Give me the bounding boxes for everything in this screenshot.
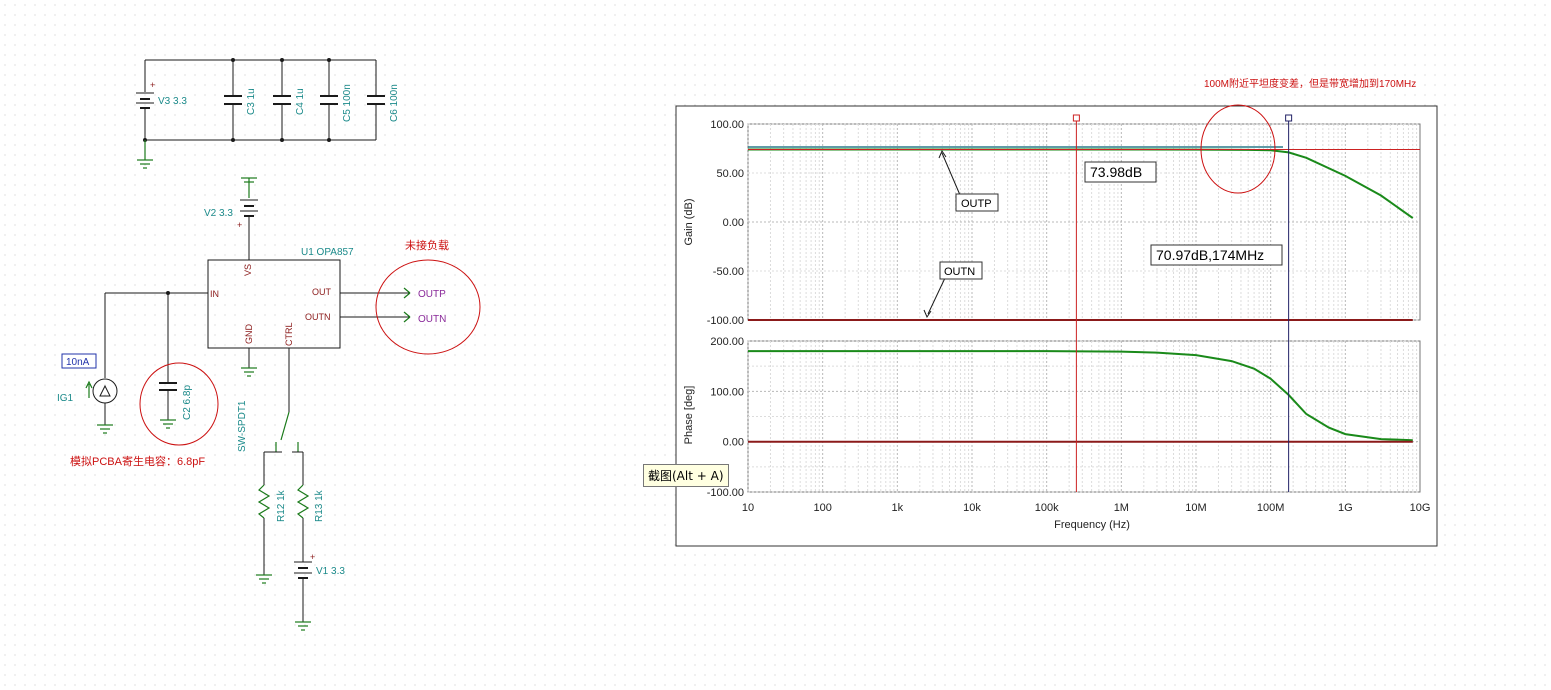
x-tick-label: 10G [1410,502,1431,514]
phase-tick-label: 100.00 [710,386,744,398]
note-pcb-cap: 模拟PCBA寄生电容：6.8pF [70,454,205,468]
ground-icon [160,419,176,429]
cursor-handle [1072,114,1080,122]
battery-v1-icon[interactable] [294,561,312,579]
gain-tick-label: 100.00 [710,119,744,131]
c6-label: C6 100n [389,84,400,122]
x-tick-label: 1k [892,502,904,514]
resistor-r12[interactable] [257,484,271,519]
plot-note: 100M附近平坦度变差，但是带宽增加到170MHz [1204,77,1416,90]
cursor-b-readout: 70.97dB,174MHz [1156,247,1264,263]
r12-label: R12 1k [276,489,287,522]
x-tick-label: 10M [1185,502,1206,514]
plus-sign: + [237,220,242,230]
note-no-load: 未接负载 [405,238,449,252]
c2-label: C2 6.8p [182,385,193,420]
ground-icon [97,424,113,434]
x-tick-label: 100k [1035,502,1059,514]
current-source-ig1[interactable] [92,378,118,404]
plus-sign: + [150,80,155,90]
ground-icon [241,367,257,377]
pin-outn: OUTN [305,312,331,322]
battery-v3-icon[interactable] [136,92,154,109]
v2-supply: V2 3.3 + [204,177,258,260]
phase-axis-label: Phase [deg] [683,386,695,445]
highlight-ellipse [375,259,481,355]
capacitor-c2[interactable] [159,382,177,420]
capacitor-c6[interactable] [367,60,385,140]
v2-label: V2 3.3 [204,208,233,219]
capacitor-c4[interactable] [273,60,291,140]
gain-tick-label: 0.00 [723,217,744,229]
bode-plot-window: 10 100 1k 10k 100k 1M 10M 100M 1G 10G 100.00 50.00… [675,77,1438,547]
gain-axis-label: Gain (dB) [683,198,695,245]
switch-sw-spdt1[interactable] [275,411,299,452]
capacitor-c5[interactable] [320,60,338,140]
highlight-ellipse [139,362,219,446]
pin-gnd: GND [244,324,254,345]
ground-icon [295,621,311,631]
phase-tick-label: 0.00 [723,437,744,449]
ground-icon [256,574,272,584]
c3-label: C3 1u [246,88,257,115]
r13-label: R13 1k [314,489,325,522]
x-tick-label: 10 [742,502,754,514]
switch-label: SW-SPDT1 [237,400,248,452]
v1-label: V1 3.3 [316,566,345,577]
outn-trace-tag: OUTN [944,266,975,278]
x-tick-label: 1M [1114,502,1129,514]
workspace: + V3 3.3 C3 1u C4 1u C5 100n C6 100n V2 … [0,0,1551,685]
x-tick-label: 100M [1257,502,1285,514]
gain-tick-label: 50.00 [716,168,744,180]
power-decoupling-block: + V3 3.3 C3 1u C4 1u C5 100n C6 100n [136,58,400,169]
opamp-u1[interactable] [207,259,341,349]
probe-outn-label: OUTN [418,314,446,325]
plus-sign: + [310,552,315,562]
ground-icon [137,140,153,169]
gain-tick-label: -100.00 [707,315,744,327]
gain-tick-label: -50.00 [713,266,744,278]
capacitor-c3[interactable] [224,60,242,140]
ground-icon [241,177,257,198]
pin-out: OUT [312,287,332,297]
battery-v2-icon[interactable] [240,199,258,217]
pin-in: IN [210,289,219,299]
x-tick-label: 10k [963,502,981,514]
u1-label: U1 OPA857 [301,247,354,258]
phase-tick-label: 200.00 [710,336,744,348]
ig1-label: IG1 [57,393,74,404]
phase-tick-label: -100.00 [707,487,744,499]
pin-ctrl: CTRL [284,322,294,346]
cursor-a-readout: 73.98dB [1090,164,1142,180]
resistor-r13[interactable] [296,484,310,519]
screenshot-tooltip: 截图(Alt + A) [643,464,729,487]
schematic-and-plot-canvas: + V3 3.3 C3 1u C4 1u C5 100n C6 100n V2 … [57,58,1438,631]
c5-label: C5 100n [342,84,353,122]
pin-vs: VS [243,264,253,276]
x-axis-label: Frequency (Hz) [1054,519,1130,531]
x-tick-label: 1G [1338,502,1353,514]
x-tick-label: 100 [813,502,831,514]
outp-trace-tag: OUTP [961,198,992,210]
c4-label: C4 1u [295,88,306,115]
ig1-value: 10nA [66,357,90,368]
probe-outp-label: OUTP [418,289,446,300]
cursor-handle [1285,114,1293,122]
v3-label: V3 3.3 [158,96,187,107]
